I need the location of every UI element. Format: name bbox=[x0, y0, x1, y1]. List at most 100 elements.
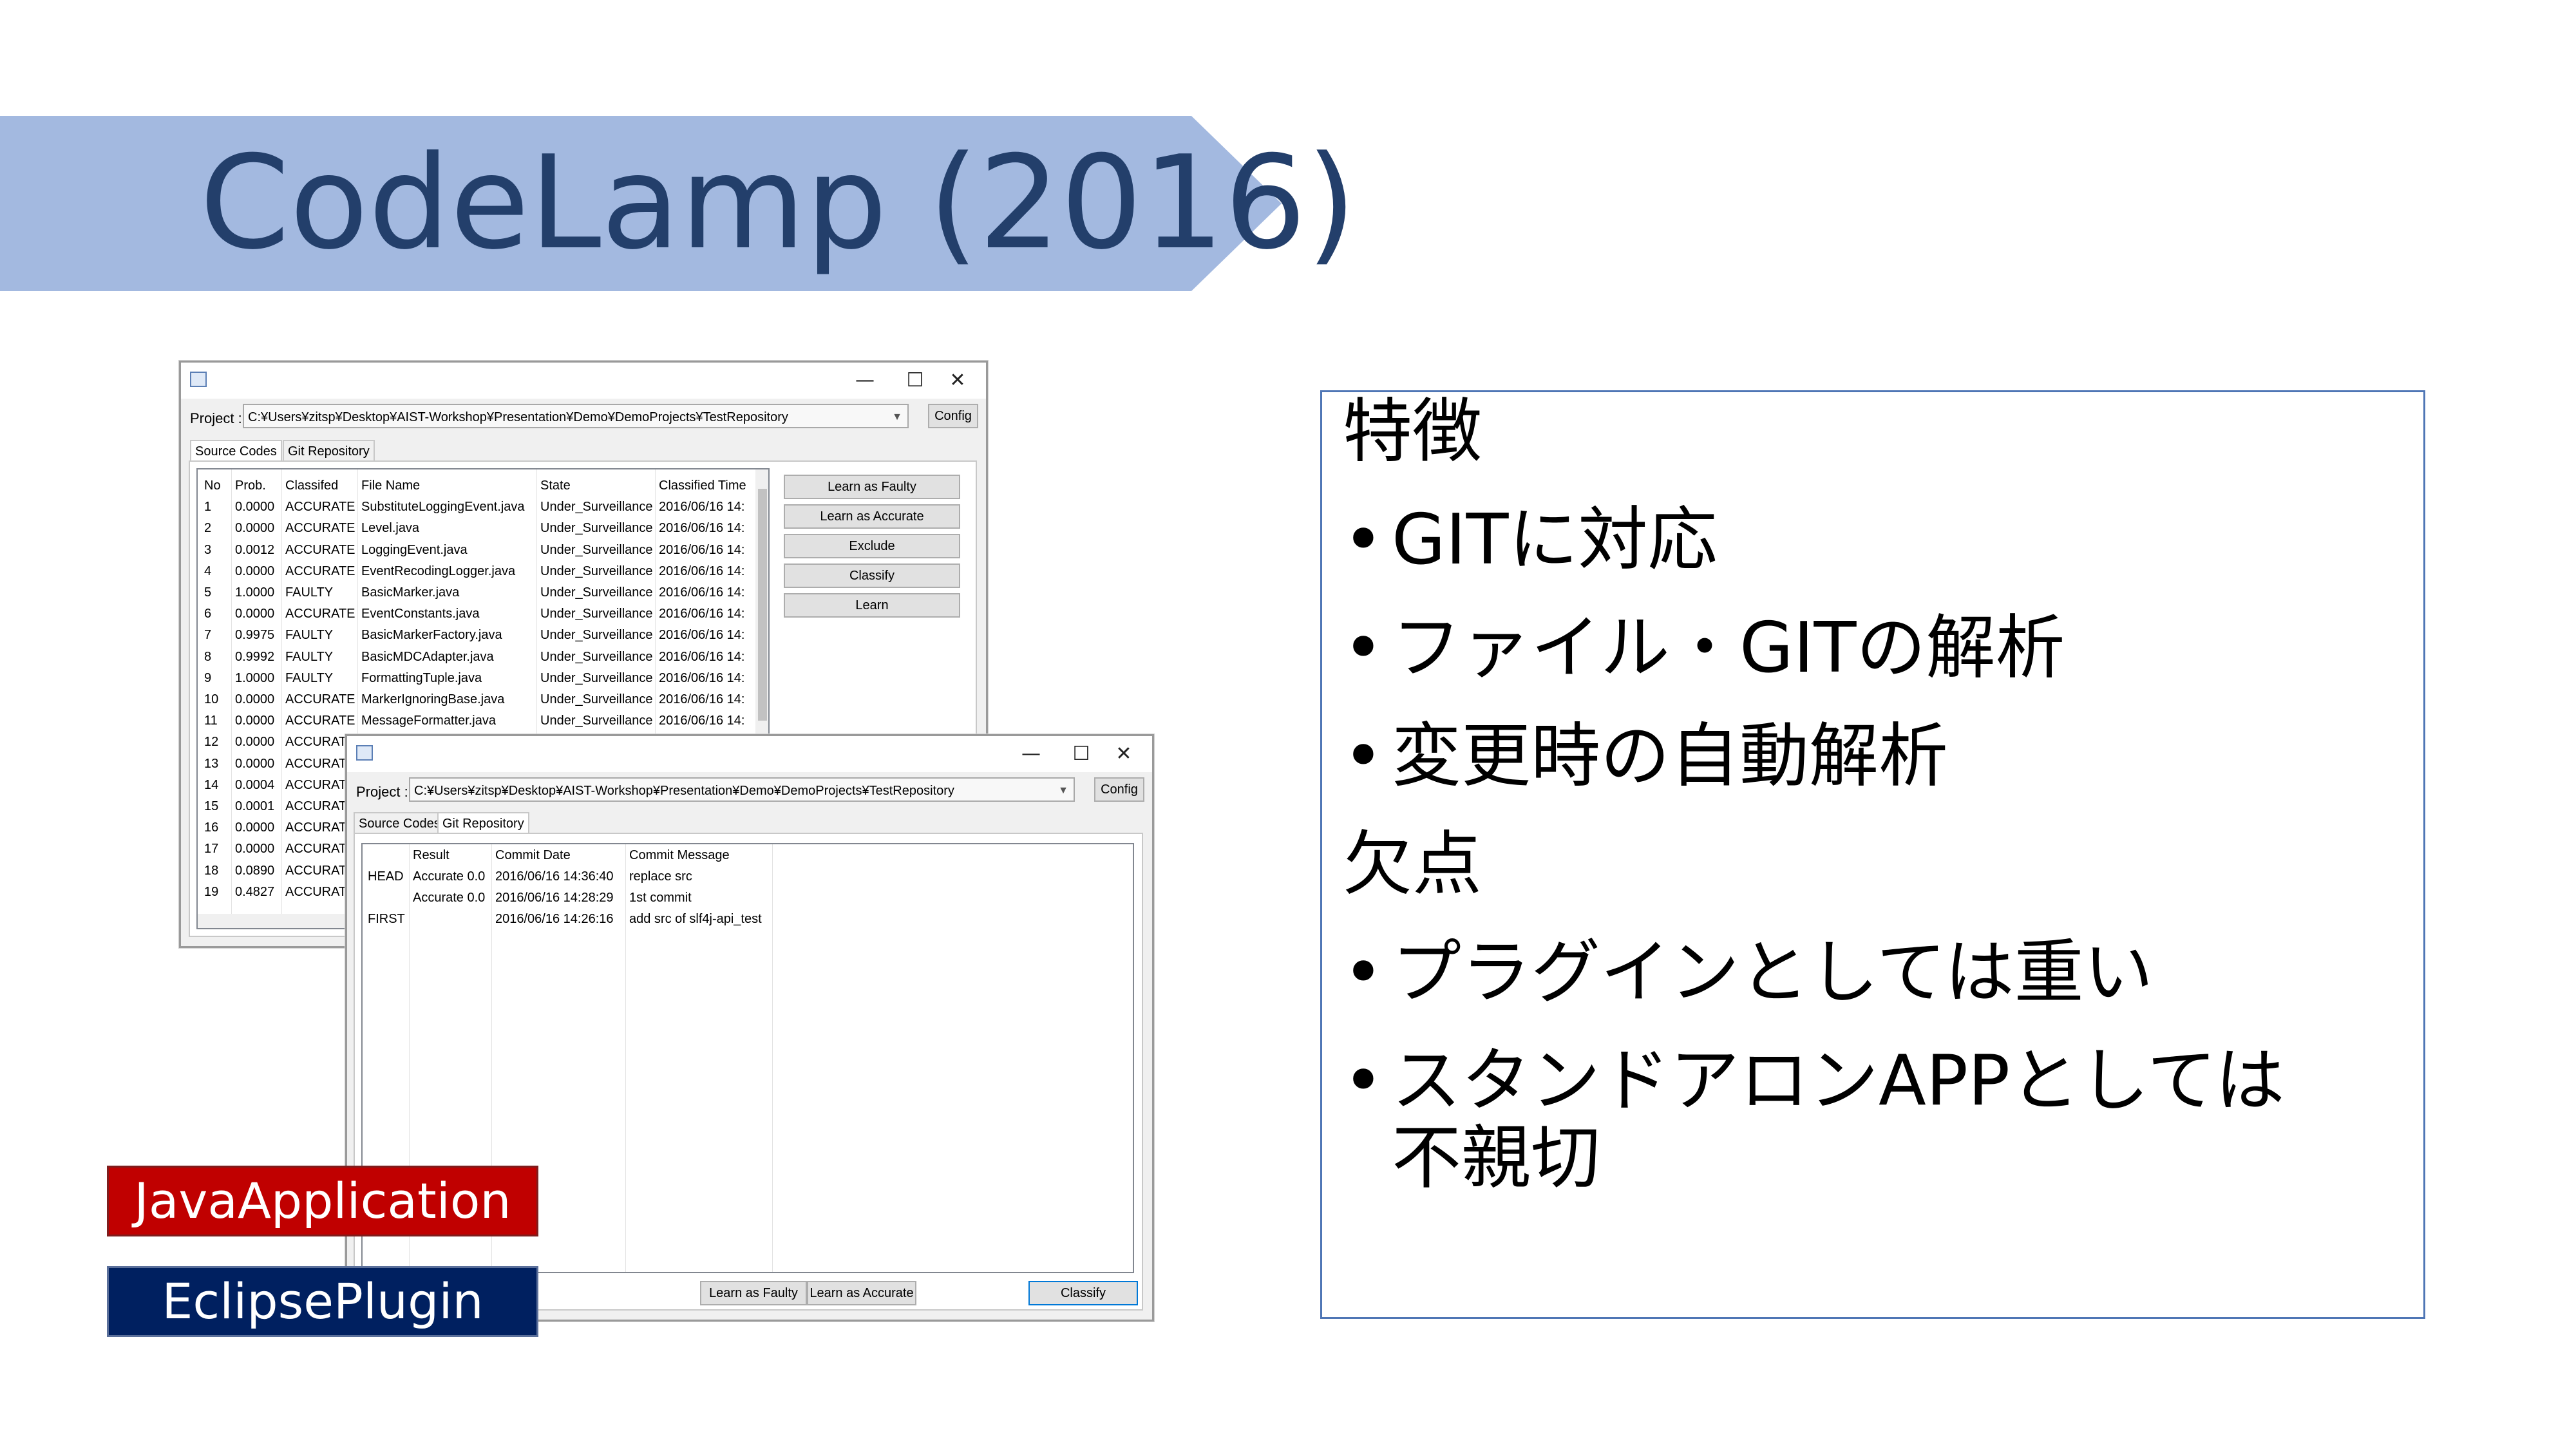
table-cell: 18 bbox=[204, 863, 219, 878]
table-cell: 2016/06/16 14: bbox=[659, 649, 745, 664]
table-cell: ACCURATE bbox=[285, 521, 355, 536]
table-cell: 0.0000 bbox=[235, 714, 275, 728]
table-cell: 1st commit bbox=[629, 891, 692, 905]
learn-button[interactable]: Learn bbox=[784, 593, 960, 618]
scrollbar-thumb[interactable] bbox=[758, 489, 767, 721]
config-button[interactable]: Config bbox=[928, 404, 978, 428]
table-cell: replace src bbox=[629, 869, 692, 884]
column-header[interactable]: No bbox=[204, 478, 234, 493]
learn-as-accurate-button[interactable]: Learn as Accurate bbox=[784, 504, 960, 529]
learn-as-faulty-button[interactable]: Learn as Faulty bbox=[700, 1281, 807, 1305]
table-cell: FAULTY bbox=[285, 628, 334, 643]
table-cell: 0.0000 bbox=[235, 756, 275, 771]
table-cell: 16 bbox=[204, 820, 219, 835]
table-cell: 2016/06/16 14: bbox=[659, 521, 745, 536]
column-header[interactable]: Commit Message bbox=[629, 848, 797, 863]
table-cell: 1.0000 bbox=[235, 670, 275, 685]
tab-git-repository[interactable]: Git Repository bbox=[283, 440, 375, 462]
exclude-button[interactable]: Exclude bbox=[784, 534, 960, 558]
table-cell: Accurate 0.0 bbox=[413, 869, 486, 884]
app-icon bbox=[190, 372, 207, 387]
project-path-value: C:¥Users¥zitsp¥Desktop¥AIST-Workshop¥Pre… bbox=[414, 784, 954, 798]
tab-source-codes[interactable]: Source Codes bbox=[190, 440, 282, 462]
learn-as-accurate-button[interactable]: Learn as Accurate bbox=[807, 1281, 916, 1305]
features-heading: 特徴 bbox=[1343, 392, 1482, 472]
column-header[interactable]: File Name bbox=[361, 478, 539, 493]
table-cell: 0.0000 bbox=[235, 607, 275, 621]
column-header[interactable]: Result bbox=[413, 848, 493, 863]
table-cell: 0.9975 bbox=[235, 628, 275, 643]
column-divider bbox=[231, 469, 232, 920]
bullet-icon: • bbox=[1343, 1041, 1384, 1121]
table-cell: 2016/06/16 14: bbox=[659, 500, 745, 515]
table-cell: Level.java bbox=[361, 521, 420, 536]
table-cell: SubstituteLoggingEvent.java bbox=[361, 500, 525, 515]
minimize-button[interactable]: — bbox=[1005, 740, 1057, 768]
table-cell: 0.0000 bbox=[235, 564, 275, 578]
bullet-icon: • bbox=[1343, 608, 1384, 688]
tab-source-codes[interactable]: Source Codes bbox=[354, 812, 446, 834]
table-cell: 0.0000 bbox=[235, 842, 275, 857]
table-cell: ACCURATE bbox=[285, 607, 355, 621]
column-divider bbox=[625, 844, 626, 1272]
column-header[interactable]: Commit Date bbox=[495, 848, 627, 863]
close-button[interactable]: ✕ bbox=[1098, 740, 1150, 768]
table-cell: Under_Surveillance bbox=[540, 500, 653, 515]
table-cell: BasicMarker.java bbox=[361, 585, 460, 600]
table-cell: EventRecodingLogger.java bbox=[361, 564, 516, 578]
table-cell: 13 bbox=[204, 756, 219, 771]
column-divider bbox=[281, 469, 282, 920]
table-cell: 2016/06/16 14: bbox=[659, 714, 745, 728]
learn-as-faulty-button[interactable]: Learn as Faulty bbox=[784, 475, 960, 499]
table-cell: 7 bbox=[204, 628, 212, 643]
eclipse-plugin-tag: EclipsePlugin bbox=[107, 1266, 538, 1337]
table-cell: ACCURATE bbox=[285, 542, 355, 557]
classify-button[interactable]: Classify bbox=[784, 564, 960, 588]
table-cell: MessageFormatter.java bbox=[361, 714, 496, 728]
minimize-button[interactable]: — bbox=[839, 366, 891, 395]
feature-item-auto-analysis: 変更時の自動解析 bbox=[1392, 716, 1949, 797]
table-cell: ACCURATE bbox=[285, 500, 355, 515]
app-icon bbox=[356, 745, 373, 761]
table-cell: 6 bbox=[204, 607, 212, 621]
table-cell: 0.0012 bbox=[235, 542, 275, 557]
table-cell: 0.0000 bbox=[235, 500, 275, 515]
table-cell: 2016/06/16 14: bbox=[659, 607, 745, 621]
table-cell: FAULTY bbox=[285, 649, 334, 664]
close-button[interactable]: ✕ bbox=[932, 366, 983, 395]
table-cell: 2016/06/16 14: bbox=[659, 670, 745, 685]
column-header[interactable]: State bbox=[540, 478, 658, 493]
bullet-icon: • bbox=[1343, 933, 1384, 1013]
chevron-down-icon: ▼ bbox=[1058, 785, 1068, 796]
column-header[interactable]: Classifed bbox=[285, 478, 360, 493]
table-cell: EventConstants.java bbox=[361, 607, 480, 621]
table-cell: 2 bbox=[204, 521, 212, 536]
bullet-icon: • bbox=[1343, 716, 1384, 797]
table-cell: 19 bbox=[204, 884, 219, 899]
table-cell: 2016/06/16 14: bbox=[659, 585, 745, 600]
features-box: 特徴 • GITに対応 • ファイル・GITの解析 • 変更時の自動解析 欠点 … bbox=[1320, 390, 2425, 1319]
window-titlebar[interactable]: — ☐ ✕ bbox=[181, 363, 986, 399]
config-button[interactable]: Config bbox=[1094, 777, 1144, 802]
project-path-select[interactable]: C:¥Users¥zitsp¥Desktop¥AIST-Workshop¥Pre… bbox=[243, 404, 909, 428]
tab-git-repository[interactable]: Git Repository bbox=[437, 812, 529, 834]
classify-button[interactable]: Classify bbox=[1028, 1281, 1138, 1305]
cons-heading: 欠点 bbox=[1343, 824, 1482, 905]
table-cell: 14 bbox=[204, 777, 219, 792]
cons-item-plugin-heavy: プラグインとしては重い bbox=[1392, 933, 2154, 1013]
table-cell: 0.0000 bbox=[235, 521, 275, 536]
window-titlebar[interactable]: — ☐ ✕ bbox=[347, 736, 1152, 772]
table-cell: 1.0000 bbox=[235, 585, 275, 600]
feature-item-git: GITに対応 bbox=[1392, 500, 1718, 580]
table-cell: FormattingTuple.java bbox=[361, 670, 482, 685]
table-cell: 2016/06/16 14:26:16 bbox=[495, 912, 614, 926]
project-path-select[interactable]: C:¥Users¥zitsp¥Desktop¥AIST-Workshop¥Pre… bbox=[409, 777, 1075, 802]
table-cell: HEAD bbox=[368, 869, 404, 884]
cons-item-standalone: スタンドアロンAPPとしては bbox=[1392, 1041, 2285, 1121]
table-cell: Under_Surveillance bbox=[540, 714, 653, 728]
table-cell: 2016/06/16 14: bbox=[659, 692, 745, 706]
table-cell: Under_Surveillance bbox=[540, 692, 653, 706]
column-header[interactable]: Prob. bbox=[235, 478, 284, 493]
column-header[interactable]: Classified Time bbox=[659, 478, 755, 493]
project-path-value: C:¥Users¥zitsp¥Desktop¥AIST-Workshop¥Pre… bbox=[248, 410, 788, 424]
